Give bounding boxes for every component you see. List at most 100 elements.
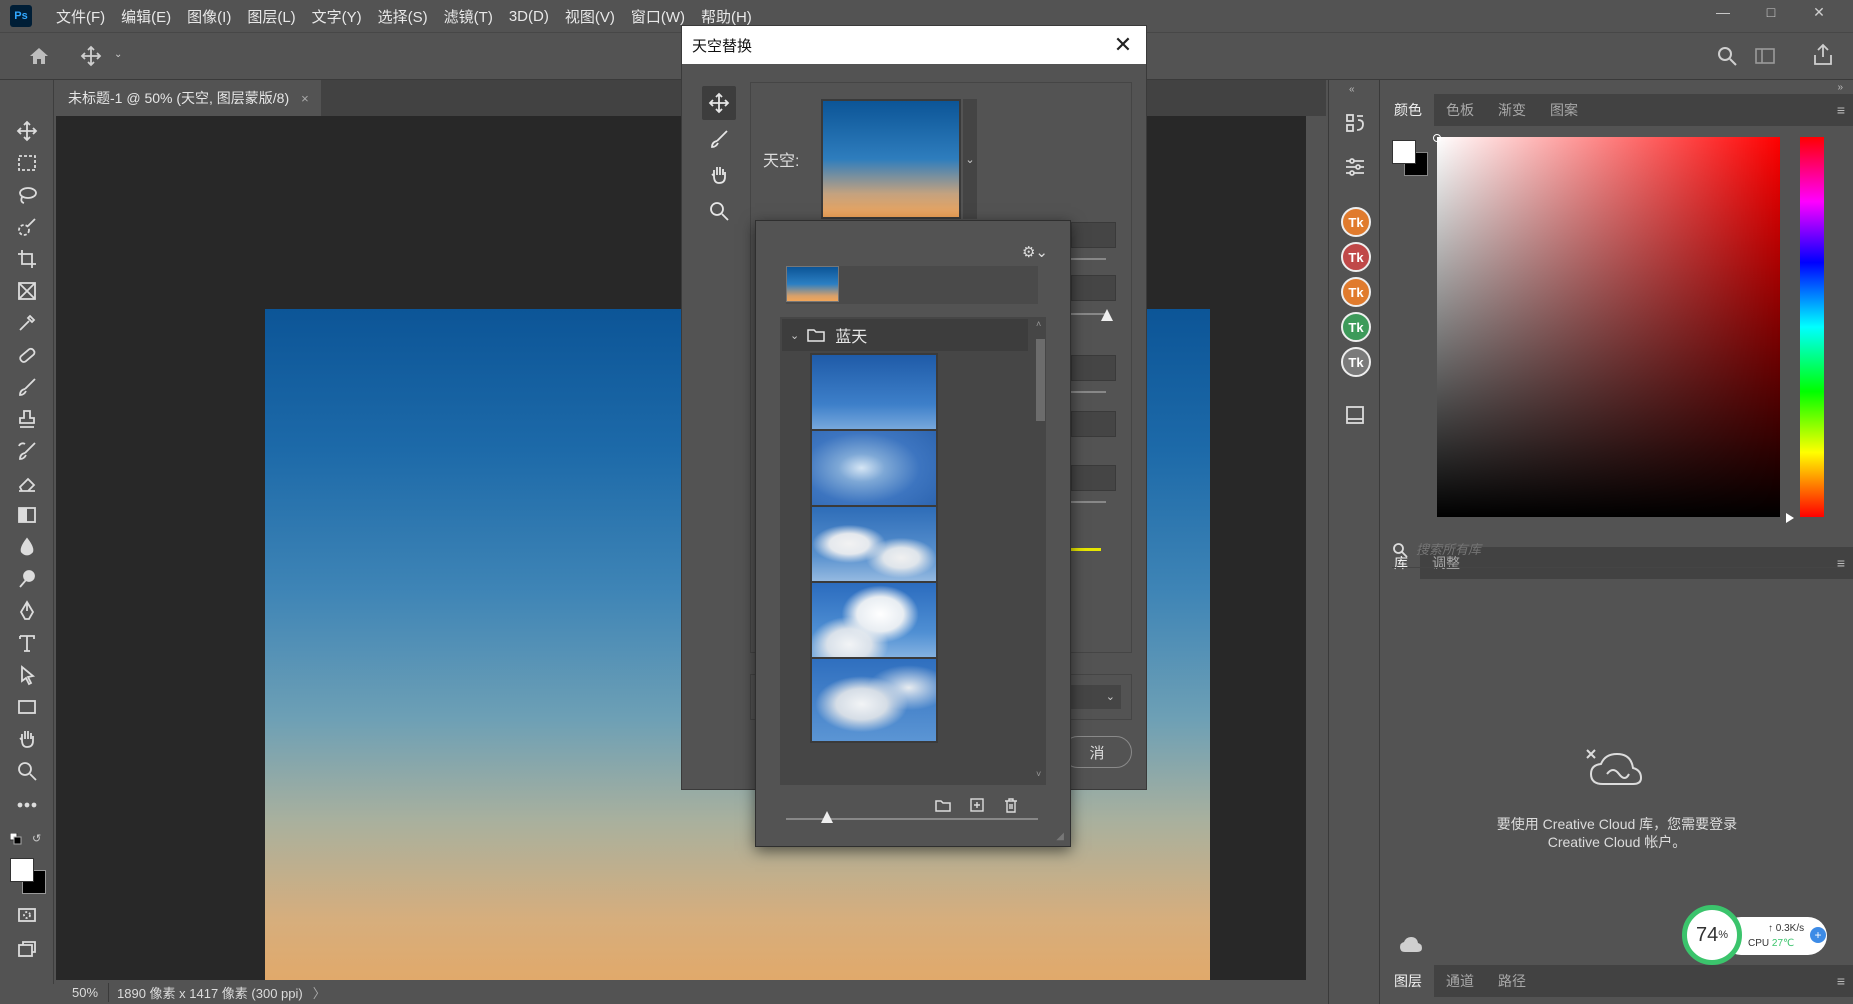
vertical-scrollbar[interactable] xyxy=(1306,116,1326,980)
brightness-slider[interactable] xyxy=(1071,391,1106,393)
menu-image[interactable]: 图像(I) xyxy=(179,6,239,27)
menu-view[interactable]: 视图(V) xyxy=(557,6,623,27)
close-window-icon[interactable]: ✕ xyxy=(1795,0,1843,24)
marquee-tool-icon[interactable] xyxy=(14,150,40,176)
blur-tool-icon[interactable] xyxy=(14,534,40,560)
sky-move-tool-icon[interactable] xyxy=(702,86,736,120)
scale-field[interactable] xyxy=(1071,465,1116,491)
more-tools-icon[interactable] xyxy=(14,792,40,818)
scroll-down-icon[interactable]: ˅ xyxy=(1036,769,1041,779)
zoom-tool-icon[interactable] xyxy=(702,194,736,228)
preset-folder[interactable]: ⌄ 蓝天 xyxy=(782,319,1028,351)
menu-window[interactable]: 窗口(W) xyxy=(623,6,693,27)
shift-edge-field[interactable] xyxy=(1071,222,1116,248)
brightness-field[interactable] xyxy=(1071,355,1116,381)
rectangle-tool-icon[interactable] xyxy=(14,694,40,720)
screen-mode-icon[interactable] xyxy=(14,936,40,962)
lasso-tool-icon[interactable] xyxy=(14,182,40,208)
sky-preset-thumbnail[interactable] xyxy=(810,657,938,743)
scale-slider[interactable] xyxy=(1071,501,1106,503)
move-tool-icon[interactable] xyxy=(14,118,40,144)
shift-edge-slider[interactable] xyxy=(1071,258,1106,260)
menu-edit[interactable]: 编辑(E) xyxy=(113,6,179,27)
color-picker-marker[interactable] xyxy=(1433,134,1441,142)
zoom-tool-icon[interactable] xyxy=(14,758,40,784)
sky-preset-thumbnail[interactable] xyxy=(810,505,938,591)
collapse-dock-icon[interactable]: « xyxy=(1349,84,1355,95)
presets-scrollbar-thumb[interactable] xyxy=(1036,339,1045,421)
sky-preset-thumbnail[interactable] xyxy=(810,581,938,667)
tab-swatches[interactable]: 色板 xyxy=(1434,94,1486,126)
workspace-icon[interactable] xyxy=(1754,45,1776,70)
tk-plugin-icon-3[interactable]: Tk xyxy=(1341,277,1371,307)
foreground-color-swatch[interactable] xyxy=(10,858,34,882)
sky-preset-thumbnail[interactable] xyxy=(810,353,938,439)
dodge-tool-icon[interactable] xyxy=(14,566,40,592)
healing-brush-tool-icon[interactable] xyxy=(14,342,40,368)
panel-foreground-swatch[interactable] xyxy=(1392,140,1416,164)
temperature-field[interactable] xyxy=(1071,411,1116,437)
resize-grip-icon[interactable]: ◢ xyxy=(1056,831,1064,842)
fade-edge-field[interactable] xyxy=(1071,275,1116,301)
history-panel-icon[interactable] xyxy=(1340,108,1370,138)
tab-gradients[interactable]: 渐变 xyxy=(1486,94,1538,126)
share-icon[interactable] xyxy=(1812,43,1834,70)
hand-tool-icon[interactable] xyxy=(14,726,40,752)
clone-stamp-tool-icon[interactable] xyxy=(14,406,40,432)
menu-help[interactable]: 帮助(H) xyxy=(693,6,760,27)
recent-sky-thumbnail[interactable] xyxy=(786,266,839,302)
tab-paths[interactable]: 路径 xyxy=(1486,965,1538,997)
tab-color[interactable]: 颜色 xyxy=(1382,94,1434,126)
system-monitor-widget[interactable]: 74% ↑ 0.3K/s CPU 27℃ + xyxy=(1682,905,1830,965)
tab-channels[interactable]: 通道 xyxy=(1434,965,1486,997)
close-tab-icon[interactable]: × xyxy=(301,91,309,106)
tk-plugin-icon-2[interactable]: Tk xyxy=(1341,242,1371,272)
tk-plugin-icon-4[interactable]: Tk xyxy=(1341,312,1371,342)
home-icon[interactable] xyxy=(28,45,50,70)
move-tool-option-icon[interactable] xyxy=(80,45,102,70)
menu-select[interactable]: 选择(S) xyxy=(370,6,436,27)
sky-dropdown-chevron-icon[interactable]: ⌄ xyxy=(963,99,977,219)
menu-3d[interactable]: 3D(D) xyxy=(501,8,557,25)
hue-slider-knob[interactable] xyxy=(1786,513,1794,523)
menu-type[interactable]: 文字(Y) xyxy=(304,6,370,27)
eyedropper-tool-icon[interactable] xyxy=(14,310,40,336)
cloud-sync-icon[interactable] xyxy=(1400,937,1422,956)
eraser-tool-icon[interactable] xyxy=(14,470,40,496)
collapse-panels-icon[interactable]: » xyxy=(1837,82,1843,93)
layers-menu-icon[interactable]: ≡ xyxy=(1837,973,1845,989)
menu-file[interactable]: 文件(F) xyxy=(48,6,113,27)
hue-slider[interactable] xyxy=(1800,137,1824,517)
tab-patterns[interactable]: 图案 xyxy=(1538,94,1590,126)
thumbnail-size-knob[interactable] xyxy=(821,811,833,823)
chevron-down-icon[interactable]: ⌄ xyxy=(790,329,799,342)
sky-preset-thumbnail[interactable] xyxy=(810,429,938,515)
new-sky-icon[interactable] xyxy=(960,793,994,817)
monitor-add-icon[interactable]: + xyxy=(1810,927,1826,943)
tab-layers[interactable]: 图层 xyxy=(1382,965,1434,997)
delete-icon[interactable] xyxy=(994,793,1028,817)
properties-panel-icon[interactable] xyxy=(1340,152,1370,182)
pen-tool-icon[interactable] xyxy=(14,598,40,624)
minimize-icon[interactable]: — xyxy=(1699,0,1747,24)
menu-layer[interactable]: 图层(L) xyxy=(239,6,303,27)
new-folder-icon[interactable] xyxy=(926,793,960,817)
quick-mask-icon[interactable] xyxy=(14,902,40,928)
fade-edge-knob[interactable] xyxy=(1101,309,1113,321)
temperature-slider[interactable] xyxy=(1071,548,1101,551)
history-brush-tool-icon[interactable] xyxy=(14,438,40,464)
sky-brush-tool-icon[interactable] xyxy=(702,122,736,156)
presets-scrollbar[interactable]: ˄ ˅ xyxy=(1035,317,1046,785)
hand-tool-icon[interactable] xyxy=(702,158,736,192)
color-picker-field[interactable] xyxy=(1437,137,1780,517)
type-tool-icon[interactable] xyxy=(14,630,40,656)
sky-preview[interactable] xyxy=(821,99,961,219)
library-search-input[interactable] xyxy=(1416,542,1816,557)
menu-filter[interactable]: 滤镜(T) xyxy=(436,6,501,27)
cancel-button[interactable]: 消 xyxy=(1062,736,1132,768)
chevron-down-icon[interactable]: ⌄ xyxy=(114,49,122,60)
document-tab[interactable]: 未标题-1 @ 50% (天空, 图层蒙版/8) × xyxy=(56,80,321,116)
panel-menu-icon[interactable]: ≡ xyxy=(1837,102,1845,118)
scroll-up-icon[interactable]: ˄ xyxy=(1036,319,1041,329)
frame-tool-icon[interactable] xyxy=(14,278,40,304)
